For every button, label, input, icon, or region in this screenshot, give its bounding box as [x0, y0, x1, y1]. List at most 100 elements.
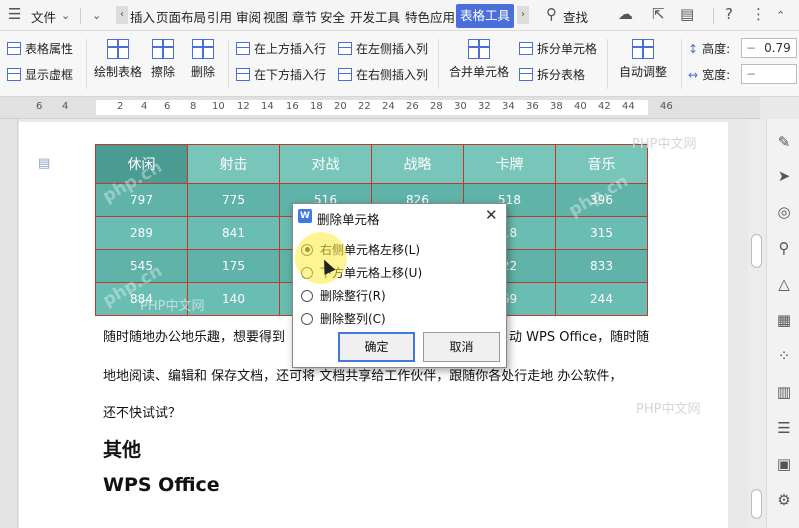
paragraph-line[interactable]: 动 WPS Office，随时随	[509, 326, 649, 345]
height-input[interactable]: −0.79	[741, 38, 797, 58]
scroll-thumb[interactable]	[751, 234, 762, 268]
ruler-tick: 34	[502, 101, 515, 112]
table-header-cell[interactable]: 射击	[187, 144, 280, 184]
chart-icon[interactable]: ▥	[775, 383, 793, 401]
option-delete-column[interactable]: 删除整列(C)	[301, 310, 386, 327]
scroll-right-icon[interactable]: ›	[517, 6, 529, 24]
document-icon[interactable]: ▤	[38, 156, 50, 171]
settings-icon[interactable]: ⚙	[775, 491, 793, 509]
table-header-cell[interactable]: 对战	[279, 144, 372, 184]
menu-chapter[interactable]: 章节	[292, 7, 317, 26]
ruler-tick: 6	[164, 101, 171, 112]
clipboard-icon[interactable]: ▤	[680, 5, 694, 23]
menu-view[interactable]: 视图	[263, 7, 288, 26]
menu-insert[interactable]: 插入	[130, 7, 155, 26]
width-label: ↔ 宽度:	[688, 67, 731, 83]
option-delete-row[interactable]: 删除整行(R)	[301, 287, 386, 304]
menu-page-layout[interactable]: 页面布局	[156, 7, 206, 26]
menu-developer[interactable]: 开发工具	[350, 7, 400, 26]
insert-col-left-button[interactable]: 在左侧插入列	[338, 40, 428, 57]
gridlines-icon	[7, 68, 21, 81]
table-cell[interactable]: 841	[187, 216, 280, 250]
insert-row-below-button[interactable]: 在下方插入行	[236, 66, 326, 83]
ruler-tick: 36	[526, 101, 539, 112]
watermark: PHP中文网	[632, 137, 697, 152]
cancel-button[interactable]: 取消	[423, 332, 500, 362]
horizontal-ruler[interactable]: 6 4 2 4 6 8 10 12 14 16 18 20 22 24 26 2…	[0, 97, 760, 119]
chevron-down-icon[interactable]: ⌄	[61, 9, 70, 22]
ruler-tick: 10	[212, 101, 225, 112]
ruler-tick: 40	[574, 101, 587, 112]
tab-table-tools[interactable]: 表格工具	[456, 4, 514, 28]
table-icon[interactable]: ▦	[775, 311, 793, 329]
paragraph-line[interactable]: 随时随地办公地乐趣，想要得到	[103, 326, 285, 345]
width-input[interactable]: −	[741, 64, 797, 84]
triangle-icon[interactable]: △	[775, 275, 793, 293]
split-cells-button[interactable]: 拆分单元格	[519, 40, 597, 57]
ruler-tick: 28	[430, 101, 443, 112]
delete-table-icon	[192, 39, 214, 59]
vertical-scrollbar[interactable]	[748, 119, 766, 528]
delete-button[interactable]: 删除	[191, 39, 215, 80]
share-icon[interactable]: ⇱	[652, 5, 665, 23]
image-icon[interactable]: ▣	[775, 455, 793, 473]
menu-icon[interactable]: ☰	[8, 5, 21, 23]
radio-icon[interactable]	[301, 289, 313, 302]
menu-references[interactable]: 引用	[207, 7, 232, 26]
collapse-icon[interactable]: ⌃	[776, 9, 785, 22]
split-cells-icon	[519, 42, 533, 55]
menu-review[interactable]: 审阅	[236, 7, 261, 26]
ruler-tick: 30	[454, 101, 467, 112]
table-header-cell[interactable]: 卡牌	[463, 144, 556, 184]
vertical-ruler[interactable]	[0, 119, 18, 528]
draw-table-button[interactable]: 绘制表格	[94, 39, 142, 80]
show-gridlines-button[interactable]: 显示虚框	[7, 66, 73, 83]
split-table-button[interactable]: 拆分表格	[519, 66, 585, 83]
table-cell[interactable]: 244	[555, 282, 648, 316]
auto-fit-button[interactable]: 自动调整	[619, 39, 667, 80]
ruler-tick: 12	[237, 101, 250, 112]
table-header-cell[interactable]: 战略	[371, 144, 464, 184]
erase-button[interactable]: 擦除	[151, 39, 175, 80]
insert-below-icon	[236, 68, 250, 81]
quick-access-icon[interactable]: ⌄	[92, 9, 101, 22]
sliders-icon[interactable]: ☰	[775, 419, 793, 437]
table-cell[interactable]: 175	[187, 249, 280, 283]
table-cell[interactable]: 289	[95, 216, 188, 250]
heading-wps[interactable]: WPS Office	[103, 474, 220, 496]
cloud-icon[interactable]: ☁	[618, 5, 633, 23]
more-icon[interactable]: ⋮	[751, 5, 766, 23]
table-cell[interactable]: 833	[555, 249, 648, 283]
radio-icon[interactable]	[301, 312, 313, 325]
search-label[interactable]: 查找	[563, 7, 588, 26]
table-cell[interactable]: 775	[187, 183, 280, 217]
ruler-tick: 8	[190, 101, 197, 112]
menu-security[interactable]: 安全	[320, 7, 345, 26]
pin-icon[interactable]: ⚲	[775, 239, 793, 257]
dots-icon[interactable]: ⁘	[775, 347, 793, 365]
target-icon[interactable]: ◎	[775, 203, 793, 221]
table-properties-button[interactable]: 表格属性	[7, 40, 73, 57]
insert-row-above-button[interactable]: 在上方插入行	[236, 40, 326, 57]
height-label: ↕ 高度:	[688, 41, 731, 57]
eraser-icon	[152, 39, 174, 59]
menu-features[interactable]: 特色应用	[405, 7, 455, 26]
ruler-tick: 44	[622, 101, 635, 112]
menu-file[interactable]: 文件	[31, 7, 56, 26]
scroll-thumb-secondary[interactable]	[751, 489, 762, 519]
table-cell[interactable]: 315	[555, 216, 648, 250]
ok-button[interactable]: 确定	[338, 332, 415, 362]
ruler-tick: 16	[286, 101, 299, 112]
heading-other[interactable]: 其他	[103, 435, 141, 462]
close-icon[interactable]: ✕	[485, 206, 498, 224]
search-icon[interactable]: ⚲	[546, 5, 557, 23]
help-icon[interactable]: ?	[725, 5, 733, 23]
pen-icon[interactable]: ✎	[775, 133, 793, 151]
scroll-left-icon[interactable]: ‹	[116, 6, 128, 24]
paragraph-line[interactable]: 还不快试试？	[103, 402, 181, 421]
pointer-icon[interactable]: ➤	[775, 167, 793, 185]
ruler-tick: 24	[382, 101, 395, 112]
insert-col-right-button[interactable]: 在右侧插入列	[338, 66, 428, 83]
merge-cells-button[interactable]: 合并单元格	[449, 39, 509, 80]
watermark: PHP中文网	[636, 402, 701, 417]
